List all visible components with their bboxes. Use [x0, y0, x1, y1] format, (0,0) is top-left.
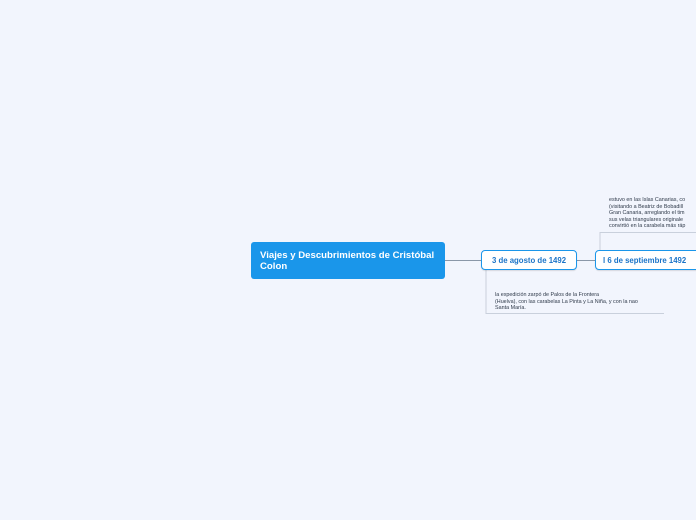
topic-label: 3 de agosto de 1492 [491, 255, 567, 265]
root-topic[interactable]: Viajes y Descubrimientos de Cristóbal Co… [251, 242, 445, 279]
topic-label: l 6 de septiembre 1492 [603, 255, 687, 265]
topic-3-agosto-1492[interactable]: 3 de agosto de 1492 [481, 250, 577, 270]
note-line: Santa María. [495, 305, 526, 311]
connector-topic2-note2 [599, 232, 696, 250]
note-expedicion-palos[interactable]: la expedición zarpó de Palos de la Front… [495, 292, 638, 312]
topic-6-septiembre-1492[interactable]: l 6 de septiembre 1492 [595, 250, 696, 270]
note-islas-canarias[interactable]: estuvo en las Islas Canarias, co (visita… [609, 197, 685, 230]
note-line: Gran Canaria, arreglando el tim [609, 210, 685, 216]
note-line: convirtió en la carabela más ráp [609, 223, 686, 229]
note-line: estuvo en las Islas Canarias, co [609, 197, 686, 203]
root-topic-label: Viajes y Descubrimientos de Cristóbal Co… [260, 250, 435, 272]
